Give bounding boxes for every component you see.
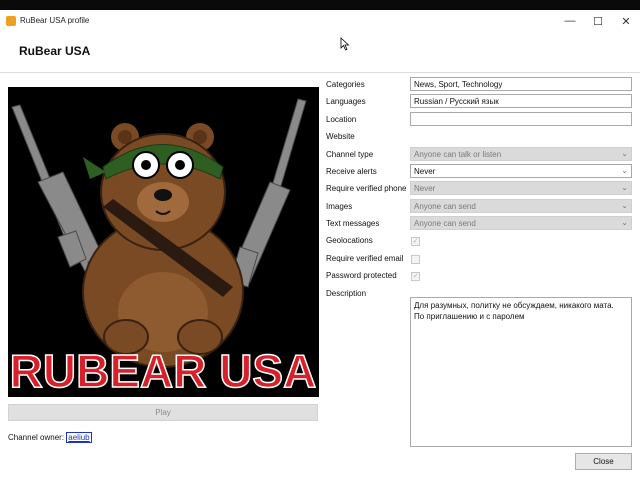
chevron-down-icon: ⌄	[621, 149, 628, 158]
title-bar: RuBear USA profile — ☐ ✕	[0, 10, 640, 32]
channel-name-title: RuBear USA	[19, 44, 91, 58]
require-verified-email-checkbox[interactable]	[411, 255, 420, 264]
languages-field[interactable]: Russian / Русский язык	[410, 94, 632, 108]
app-icon	[6, 16, 16, 26]
minimize-icon[interactable]: —	[556, 10, 584, 32]
geolocations-checkbox[interactable]: ✓	[411, 237, 420, 246]
close-button[interactable]: Close	[575, 453, 632, 470]
channel-owner-label: Channel owner:	[8, 433, 65, 442]
channel-type-label: Channel type	[326, 150, 374, 159]
profile-window: RuBear USA profile — ☐ ✕ RuBear USA RUBE…	[0, 10, 640, 480]
bear-logo: RUBEAR USA	[8, 87, 319, 397]
images-select[interactable]: Anyone can send ⌄	[410, 199, 632, 213]
banner-text: RUBEAR USA	[10, 345, 317, 397]
require-verified-phone-value: Never	[414, 184, 436, 193]
description-label: Description	[326, 289, 367, 298]
categories-label: Categories	[326, 80, 365, 89]
profile-header: RuBear USA	[0, 32, 640, 73]
chevron-down-icon: ⌄	[621, 218, 628, 227]
password-protected-checkbox[interactable]: ✓	[411, 272, 420, 281]
description-line-2: По приглашению и с паролем	[414, 312, 525, 321]
chevron-down-icon: ⌄	[621, 201, 628, 210]
location-field[interactable]	[410, 112, 632, 126]
text-messages-label: Text messages	[326, 219, 380, 228]
receive-alerts-label: Receive alerts	[326, 167, 377, 176]
categories-field[interactable]: News, Sport, Technology	[410, 77, 632, 91]
images-label: Images	[326, 202, 353, 211]
text-messages-select[interactable]: Anyone can send ⌄	[410, 216, 632, 230]
channel-avatar: RUBEAR USA	[8, 87, 319, 397]
images-value: Anyone can send	[414, 202, 476, 211]
require-verified-phone-label: Require verified phone	[326, 184, 407, 193]
website-label: Website	[326, 132, 355, 141]
receive-alerts-select[interactable]: Never ⌄	[410, 164, 632, 178]
chevron-down-icon: ⌄	[621, 183, 628, 192]
close-window-icon[interactable]: ✕	[612, 10, 640, 32]
languages-label: Languages	[326, 97, 366, 106]
play-button[interactable]: Play	[8, 404, 318, 421]
description-line-1: Для разумных, политку не обсуждаем, ника…	[414, 301, 614, 310]
receive-alerts-value: Never	[414, 167, 436, 176]
chevron-down-icon: ⌄	[621, 166, 628, 175]
require-verified-email-label: Require verified email	[326, 254, 404, 263]
channel-owner-link[interactable]: aeliub	[66, 432, 92, 443]
mouse-cursor-icon	[340, 37, 350, 51]
require-verified-phone-select[interactable]: Never ⌄	[410, 181, 632, 195]
geolocations-label: Geolocations	[326, 236, 373, 245]
location-label: Location	[326, 115, 357, 124]
channel-owner: Channel owner: aeliub	[8, 432, 92, 443]
channel-type-value: Anyone can talk or listen	[414, 150, 502, 159]
channel-type-select[interactable]: Anyone can talk or listen ⌄	[410, 147, 632, 161]
maximize-icon[interactable]: ☐	[584, 10, 612, 32]
window-title: RuBear USA profile	[20, 16, 90, 25]
description-textarea[interactable]: Для разумных, политку не обсуждаем, ника…	[410, 297, 632, 447]
password-protected-label: Password protected	[326, 271, 397, 280]
text-messages-value: Anyone can send	[414, 219, 476, 228]
